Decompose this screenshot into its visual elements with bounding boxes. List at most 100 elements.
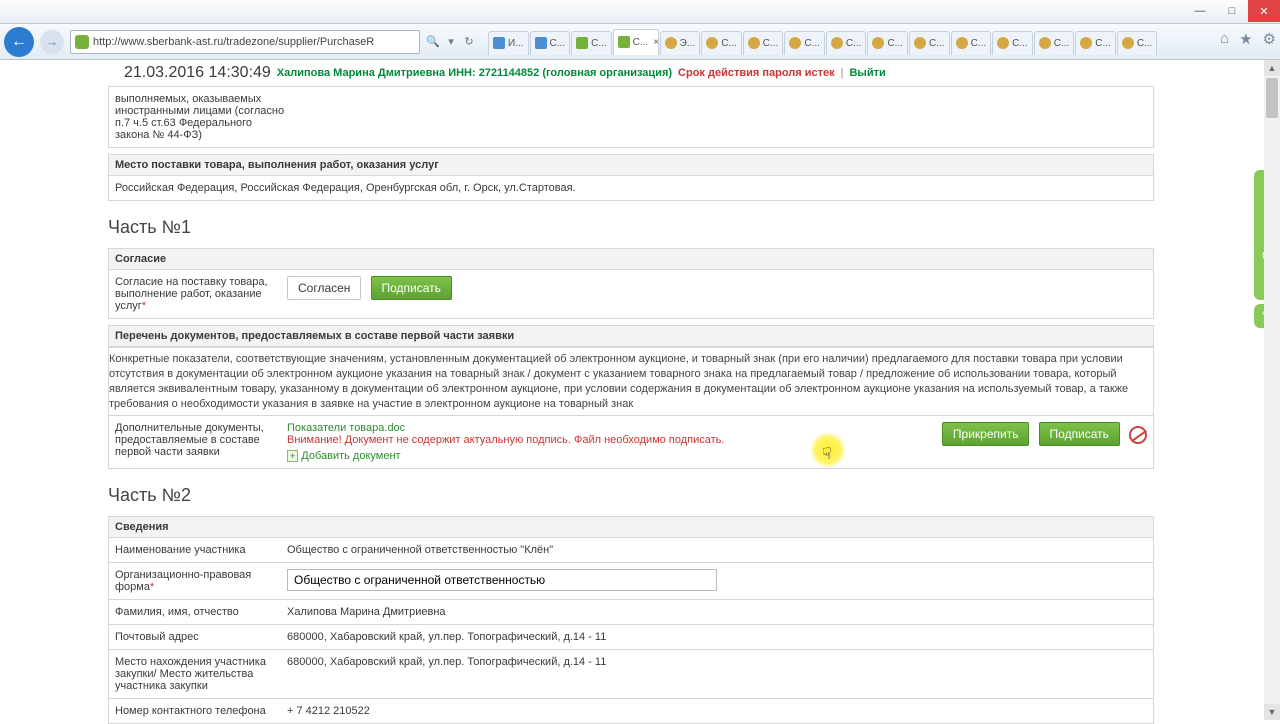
address-bar[interactable]: http://www.sberbank-ast.ru/tradezone/sup… <box>70 30 420 54</box>
site-favicon <box>75 35 89 49</box>
scroll-up-arrow[interactable]: ▲ <box>1264 60 1280 76</box>
browser-toolbar: ← → http://www.sberbank-ast.ru/tradezone… <box>0 24 1280 60</box>
tab-label: С... <box>1095 38 1111 49</box>
details-section-head: Сведения <box>108 516 1154 538</box>
tab-close-icon[interactable]: × <box>653 37 658 48</box>
tab-favicon <box>493 37 505 49</box>
tab-favicon <box>872 37 884 49</box>
tab-favicon <box>1122 37 1134 49</box>
prohibit-icon[interactable] <box>1129 426 1147 444</box>
tab-favicon <box>576 37 588 49</box>
tab-favicon <box>1080 37 1092 49</box>
tab-favicon <box>956 37 968 49</box>
attached-document-link[interactable]: Показатели товара.doc <box>287 422 932 434</box>
tab-label: С... <box>763 38 779 49</box>
browser-tabs: И...С...С...С...×Э...С...С...С...С...С..… <box>488 29 1157 55</box>
browser-tab[interactable]: С... <box>1117 31 1158 55</box>
legal-form-label: Организационно-правовая форма* <box>115 569 287 593</box>
part2-title: Часть №2 <box>108 485 1154 506</box>
docs-description: Конкретные показатели, соответствующие з… <box>108 347 1154 416</box>
browser-tab[interactable]: С... <box>784 31 825 55</box>
back-button[interactable]: ← <box>4 27 34 57</box>
browser-tab[interactable]: С... <box>743 31 784 55</box>
delivery-value: Российская Федерация, Российская Федерац… <box>115 182 1147 194</box>
tab-label: С... <box>929 38 945 49</box>
main-content: выполняемых, оказываемых иностранными ли… <box>108 86 1154 724</box>
tab-label: С... <box>804 38 820 49</box>
password-expired-notice: Срок действия пароля истек <box>678 67 835 79</box>
logout-link[interactable]: Выйти <box>849 67 885 79</box>
participant-name-label: Наименование участника <box>115 544 287 556</box>
url-text: http://www.sberbank-ast.ru/tradezone/sup… <box>93 36 374 48</box>
refresh-icon[interactable]: ↻ <box>460 35 478 48</box>
tab-favicon <box>914 37 926 49</box>
browser-tab[interactable]: С... <box>701 31 742 55</box>
tab-label: Э... <box>680 38 696 49</box>
tab-label: С... <box>591 38 607 49</box>
docs-section-head: Перечень документов, предоставляемых в с… <box>108 325 1154 347</box>
browser-tab[interactable]: С... <box>951 31 992 55</box>
home-icon[interactable]: ⌂ <box>1220 30 1229 48</box>
tab-favicon <box>665 37 677 49</box>
browser-tab[interactable]: С... <box>1075 31 1116 55</box>
tab-label: С... <box>846 38 862 49</box>
tab-label: С... <box>1012 38 1028 49</box>
tools-icon[interactable]: ⚙ <box>1263 30 1276 48</box>
server-datetime: 21.03.2016 14:30:49 <box>124 64 271 82</box>
tab-label: С... <box>633 37 649 48</box>
part1-title: Часть №1 <box>108 217 1154 238</box>
attach-button[interactable]: Прикрепить <box>942 422 1030 446</box>
tab-favicon <box>831 37 843 49</box>
tab-favicon <box>748 37 760 49</box>
plus-icon: + <box>287 450 298 462</box>
tab-favicon <box>789 37 801 49</box>
consent-value-box: Согласен <box>287 276 361 300</box>
consent-section-head: Согласие <box>108 248 1154 270</box>
phone-value: + 7 4212 210522 <box>287 705 1147 717</box>
maximize-button[interactable]: □ <box>1216 0 1248 22</box>
minimize-button[interactable]: — <box>1184 0 1216 22</box>
vertical-scrollbar[interactable]: ▲ ▼ <box>1264 60 1280 720</box>
separator-icon: ▾ <box>442 35 460 48</box>
window-titlebar: — □ ✕ <box>0 0 1280 24</box>
tab-favicon <box>535 37 547 49</box>
tab-favicon <box>618 36 630 48</box>
browser-tab[interactable]: С... <box>992 31 1033 55</box>
tab-label: С... <box>971 38 987 49</box>
browser-tab[interactable]: С... <box>530 31 571 55</box>
browser-tab[interactable]: С... <box>867 31 908 55</box>
fio-label: Фамилия, имя, отчество <box>115 606 287 618</box>
address-bar-buttons: 🔍 ▾ ↻ <box>420 35 482 48</box>
close-button[interactable]: ✕ <box>1248 0 1280 22</box>
sign-document-button[interactable]: Подписать <box>1039 422 1120 446</box>
tab-favicon <box>706 37 718 49</box>
current-user: Халипова Марина Дмитриевна ИНН: 27211448… <box>277 67 672 79</box>
location-value: 680000, Хабаровский край, ул.пер. Топогр… <box>287 656 1147 692</box>
scrollbar-thumb[interactable] <box>1266 78 1278 118</box>
browser-tab[interactable]: С... × <box>613 29 659 55</box>
browser-tab[interactable]: С... <box>1034 31 1075 55</box>
forward-button[interactable]: → <box>40 30 64 54</box>
tab-label: С... <box>550 38 566 49</box>
add-document-link[interactable]: +Добавить документ <box>287 450 932 462</box>
tab-label: И... <box>508 38 524 49</box>
legal-form-input[interactable] <box>287 569 717 591</box>
favorites-icon[interactable]: ★ <box>1239 30 1252 48</box>
signature-warning: Внимание! Документ не содержит актуальну… <box>287 434 932 446</box>
delivery-section-head: Место поставки товара, выполнения работ,… <box>108 154 1154 176</box>
browser-tab[interactable]: С... <box>571 31 612 55</box>
tab-label: С... <box>721 38 737 49</box>
participant-name-value: Общество с ограниченной ответственностью… <box>287 544 1147 556</box>
tab-label: С... <box>1054 38 1070 49</box>
browser-tab[interactable]: С... <box>826 31 867 55</box>
browser-tab[interactable]: И... <box>488 31 529 55</box>
sign-consent-button[interactable]: Подписать <box>371 276 452 300</box>
browser-tab[interactable]: Э... <box>660 31 701 55</box>
browser-tab[interactable]: С... <box>909 31 950 55</box>
page-header: 21.03.2016 14:30:49 Халипова Марина Дмит… <box>0 60 1280 86</box>
phone-label: Номер контактного телефона <box>115 705 287 717</box>
postal-address-label: Почтовый адрес <box>115 631 287 643</box>
scroll-down-arrow[interactable]: ▼ <box>1264 704 1280 720</box>
tab-favicon <box>997 37 1009 49</box>
search-icon[interactable]: 🔍 <box>424 35 442 48</box>
